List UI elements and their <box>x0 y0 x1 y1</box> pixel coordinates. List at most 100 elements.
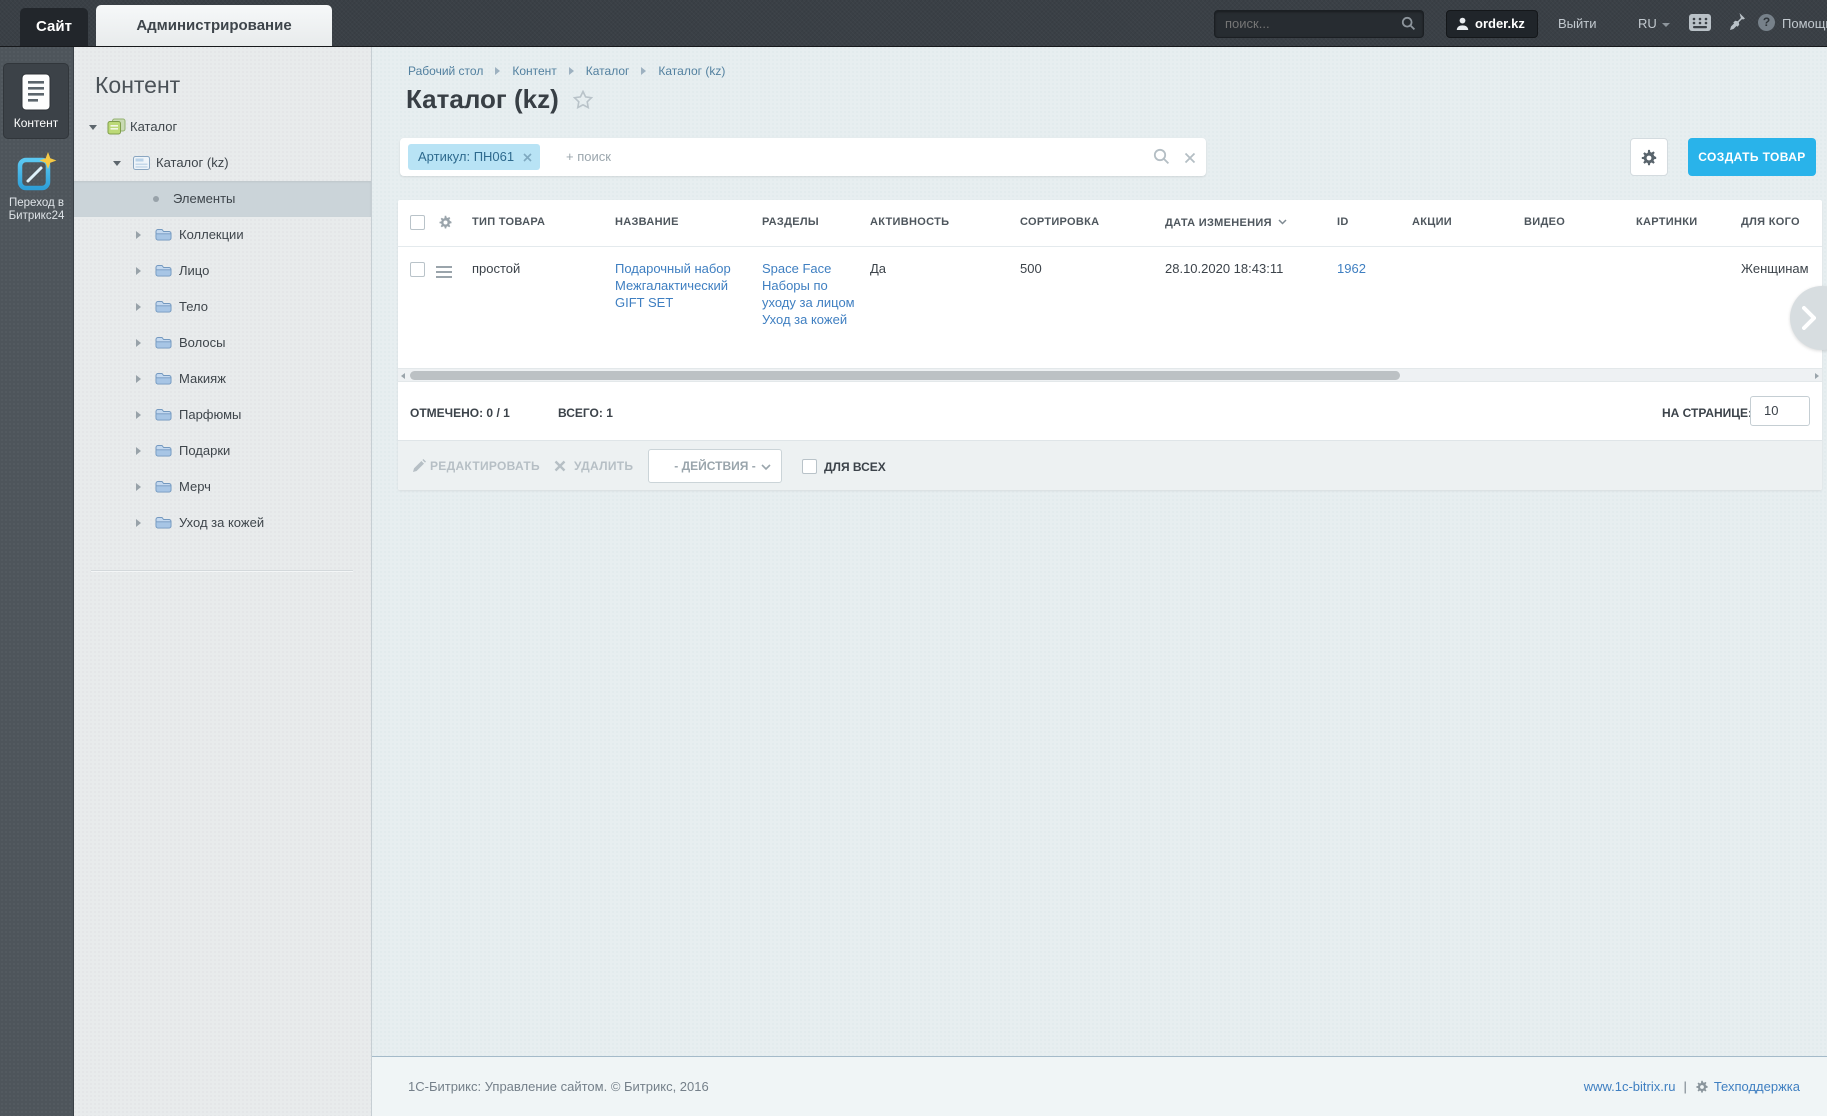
delete-button[interactable]: УДАЛИТЬ <box>574 459 633 473</box>
tab-admin[interactable]: Администрирование <box>96 5 332 46</box>
row-checkbox[interactable] <box>410 262 425 277</box>
for-all-label[interactable]: для всех <box>824 460 886 474</box>
tree-item-label[interactable]: Мерч <box>179 469 211 505</box>
tree-item-label[interactable]: Тело <box>179 289 208 325</box>
row-menu-button[interactable] <box>436 266 452 278</box>
chevron-collapsed-icon[interactable] <box>136 483 141 491</box>
column-header-name[interactable]: НАЗВАНИЕ <box>615 216 679 228</box>
folder-icon <box>155 372 172 391</box>
filter-chip[interactable]: Артикул: ПН061 <box>408 144 541 170</box>
column-header-active[interactable]: АКТИВНОСТЬ <box>870 216 949 228</box>
column-header-promos[interactable]: АКЦИИ <box>1412 216 1452 228</box>
per-page-label: НА СТРАНИЦЕ: <box>1662 406 1753 420</box>
scroll-left-icon[interactable] <box>401 373 405 379</box>
tree-item-label[interactable]: Коллекции <box>179 217 244 253</box>
column-header-images[interactable]: КАРТИНКИ <box>1636 216 1697 228</box>
tree-item-catalog-kz[interactable]: Каталог (kz) <box>73 145 371 181</box>
horizontal-scrollbar[interactable] <box>398 368 1822 382</box>
sidebar: Контент Каталог Каталог (kz) Элементы Ко <box>73 46 372 1116</box>
column-header-modified[interactable]: ДАТА ИЗМЕНЕНИЯ <box>1165 216 1287 229</box>
breadcrumb-link[interactable]: Рабочий стол <box>408 64 483 78</box>
search-icon[interactable] <box>1401 16 1416 36</box>
tree-item-makiyazh[interactable]: Макияж <box>73 361 371 397</box>
filter-add-search[interactable]: + поиск <box>566 138 611 176</box>
tree-item-uhod-za-kozhey[interactable]: Уход за кожей <box>73 505 371 541</box>
tree-item-label[interactable]: Каталог (kz) <box>156 145 229 181</box>
user-menu-button[interactable]: order.kz <box>1446 10 1538 38</box>
product-name-link[interactable]: Подарочный набор Межгалактический GIFT S… <box>615 261 731 310</box>
filter-search-icon[interactable] <box>1153 148 1170 170</box>
section-link[interactable]: Space Face <box>762 260 862 277</box>
for-all-checkbox[interactable] <box>802 459 817 474</box>
tree-item-label[interactable]: Парфюмы <box>179 397 241 433</box>
column-header-video[interactable]: ВИДЕО <box>1524 216 1565 228</box>
help-icon[interactable]: ? <box>1758 14 1775 31</box>
column-header-audience[interactable]: ДЛЯ КОГО <box>1741 216 1800 228</box>
select-all-checkbox[interactable] <box>410 215 425 230</box>
tab-site[interactable]: Сайт <box>20 8 88 46</box>
tree-item-merch[interactable]: Мерч <box>73 469 371 505</box>
chevron-expanded-icon[interactable] <box>89 125 97 130</box>
tree-item-label[interactable]: Каталог <box>130 109 177 145</box>
folder-icon <box>155 336 172 355</box>
settings-gear-button[interactable] <box>1630 138 1668 176</box>
tree-item-volosy[interactable]: Волосы <box>73 325 371 361</box>
tree-item-parfyumy[interactable]: Парфюмы <box>73 397 371 433</box>
actions-dropdown[interactable]: - ДЕЙСТВИЯ - <box>648 449 782 483</box>
rail-item-content[interactable]: Контент <box>3 63 69 139</box>
favorite-star-icon[interactable] <box>572 89 593 114</box>
scroll-right-icon[interactable] <box>1815 373 1819 379</box>
filter-clear-icon[interactable] <box>1184 151 1196 169</box>
grid-settings-icon[interactable] <box>438 215 453 235</box>
logout-link[interactable]: Выйти <box>1558 16 1597 31</box>
search-input[interactable] <box>1215 11 1397 35</box>
column-header-sections[interactable]: РАЗДЕЛЫ <box>762 216 819 228</box>
chevron-collapsed-icon[interactable] <box>136 519 141 527</box>
tree-item-telo[interactable]: Тело <box>73 289 371 325</box>
per-page-select[interactable]: 10 <box>1750 396 1810 426</box>
chip-remove-icon[interactable] <box>523 153 532 162</box>
chevron-collapsed-icon[interactable] <box>136 231 141 239</box>
topbar-search[interactable] <box>1214 10 1424 38</box>
filter-bar[interactable]: Артикул: ПН061 + поиск <box>400 138 1206 176</box>
section-link[interactable]: Уход за кожей <box>762 311 862 328</box>
support-link[interactable]: Техподдержка <box>1714 1079 1800 1094</box>
tree-item-label[interactable]: Лицо <box>179 253 209 289</box>
create-product-button[interactable]: СОЗДАТЬ ТОВАР <box>1688 138 1816 176</box>
chevron-collapsed-icon[interactable] <box>136 267 141 275</box>
chevron-collapsed-icon[interactable] <box>136 339 141 347</box>
column-header-sort[interactable]: СОРТИРОВКА <box>1020 216 1099 228</box>
chevron-collapsed-icon[interactable] <box>136 447 141 455</box>
tree-item-elements[interactable]: Элементы <box>73 181 371 217</box>
tree-item-label[interactable]: Подарки <box>179 433 230 469</box>
breadcrumb-link[interactable]: Контент <box>512 64 556 78</box>
scrollbar-thumb[interactable] <box>410 371 1400 380</box>
language-selector[interactable]: RU <box>1638 16 1670 31</box>
breadcrumb-link[interactable]: Каталог <box>586 64 630 78</box>
column-header-type[interactable]: ТИП ТОВАРА <box>472 216 545 228</box>
breadcrumb-link[interactable]: Каталог (kz) <box>658 64 725 78</box>
cell-name: Подарочный набор Межгалактический GIFT S… <box>615 260 755 311</box>
tree-item-label[interactable]: Уход за кожей <box>179 505 264 541</box>
chevron-expanded-icon[interactable] <box>113 161 121 166</box>
product-id-link[interactable]: 1962 <box>1337 260 1366 277</box>
chevron-collapsed-icon[interactable] <box>136 375 141 383</box>
bitrix-site-link[interactable]: www.1c-bitrix.ru <box>1584 1079 1676 1094</box>
tree-item-label[interactable]: Макияж <box>179 361 226 397</box>
chevron-collapsed-icon[interactable] <box>136 411 141 419</box>
pin-icon[interactable] <box>1729 12 1746 37</box>
keyboard-icon[interactable] <box>1688 13 1712 37</box>
edit-button[interactable]: РЕДАКТИРОВАТЬ <box>430 459 540 473</box>
section-link[interactable]: Наборы по уходу за лицом <box>762 277 862 311</box>
tree-item-lico[interactable]: Лицо <box>73 253 371 289</box>
tree-item-podarki[interactable]: Подарки <box>73 433 371 469</box>
folder-icon <box>155 408 172 427</box>
help-link[interactable]: Помощь <box>1782 16 1827 31</box>
tree-item-catalog[interactable]: Каталог <box>73 109 371 145</box>
tree-item-label[interactable]: Волосы <box>179 325 225 361</box>
tree-item-kollekcii[interactable]: Коллекции <box>73 217 371 253</box>
tree-item-label[interactable]: Элементы <box>173 181 235 217</box>
chevron-collapsed-icon[interactable] <box>136 303 141 311</box>
column-header-id[interactable]: ID <box>1337 216 1349 228</box>
rail-item-bitrix24[interactable]: Переход в Битрикс24 <box>0 151 73 223</box>
